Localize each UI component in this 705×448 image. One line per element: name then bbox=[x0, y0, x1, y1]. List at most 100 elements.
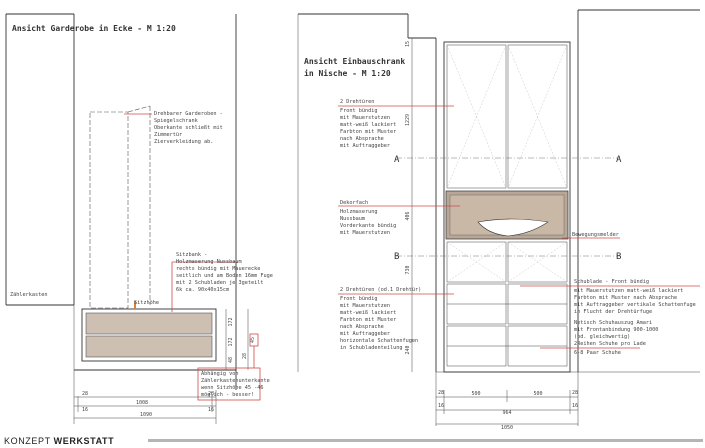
note-line: nach Absprache bbox=[340, 324, 384, 330]
section-label-a-left: A bbox=[394, 155, 400, 165]
note-line: mit Auftraggeber bbox=[340, 331, 390, 337]
note-line: Front bündig bbox=[340, 108, 377, 114]
note-line: 6-8 Paar Schuhe bbox=[574, 350, 621, 356]
note-line: Vorderkante bündig bbox=[340, 223, 396, 229]
note-line: horizontale Schattenfugen bbox=[340, 338, 418, 344]
bench-drawer-top bbox=[85, 312, 213, 335]
note-line: (od. gleichwertig) bbox=[574, 334, 630, 340]
note-line: Zählerkastenunterkante bbox=[201, 378, 270, 384]
note-line: mit Mauerstutzen bbox=[340, 230, 390, 236]
footer-brand: KONZEPT WERKSTATT bbox=[4, 436, 114, 446]
technical-drawing: Ansicht Garderobe in Ecke - M 1:20 Drehb… bbox=[5, 9, 700, 431]
dimension-label: 964 bbox=[502, 410, 511, 416]
brand-light: KONZEPT bbox=[4, 436, 51, 446]
label-meter-box: Zählerkasten bbox=[10, 292, 47, 298]
note-line: Abhängig von bbox=[201, 371, 238, 377]
note-line: 2 Drehtüren (od.1 Drehtür) bbox=[340, 287, 421, 293]
note-line: Zierverkleidung ab. bbox=[154, 139, 213, 145]
brand-bold: WERKSTATT bbox=[53, 436, 115, 446]
right-title-line: Ansicht Einbauschrank bbox=[304, 56, 405, 66]
mirror-cabinet-outline bbox=[127, 105, 151, 113]
note-line: nach Absprache bbox=[340, 136, 384, 142]
dimension-label: 28 bbox=[82, 391, 88, 397]
note-line: mit Mauerstutzen matt-weiß lackiert bbox=[574, 288, 683, 294]
dimension-label: 16 bbox=[208, 407, 214, 413]
mirror-cabinet-outline bbox=[89, 111, 129, 309]
label-seat-height: Sitzhöhe bbox=[134, 300, 159, 306]
right-title: Ansicht Einbauschrank in Nische - M 1:20 bbox=[304, 56, 410, 78]
dimension-label: 1090 bbox=[140, 412, 152, 418]
dimension-label: 1050 bbox=[501, 425, 513, 431]
dimension-label: 45 bbox=[250, 337, 256, 343]
note-line: in Schubladenteilung bbox=[340, 345, 402, 351]
vertical-dimensions-right: 15 1229 406 730 240 bbox=[405, 41, 411, 355]
note-line: mit Mauerstutzen bbox=[340, 115, 390, 121]
dimension-label: 16 bbox=[82, 407, 88, 413]
note-line: in Flucht der Drehtürfuge bbox=[574, 309, 652, 315]
dimension-label: 28 bbox=[242, 353, 248, 359]
note-line: Farbton mit Muster bbox=[340, 129, 396, 135]
horizontal-dimensions-right: 28 500 500 28 16 964 16 1050 bbox=[438, 390, 578, 431]
note-line: matt-weiß lackiert bbox=[340, 122, 396, 128]
note-line: Holzmaserung bbox=[340, 209, 377, 215]
note-line: mit Auftraggeber vertikale Schattenfuge bbox=[574, 302, 696, 308]
note-bench: Sitzbank - Holzmaserung Nussbaum rechts … bbox=[176, 252, 276, 293]
right-title-line: in Nische - M 1:20 bbox=[304, 68, 391, 78]
note-niche: Dekorfach Holzmaserung Nussbaum Vorderka… bbox=[340, 200, 399, 236]
note-line: Holzmaserung Nussbaum bbox=[176, 259, 242, 265]
dimension-label: 240 bbox=[405, 345, 411, 354]
horizontal-dimensions-left: 28 1008 28 16 16 1090 bbox=[82, 391, 214, 418]
dimension-label: 500 bbox=[471, 391, 480, 397]
dimension-label: 1229 bbox=[405, 114, 411, 126]
note-line: Nussbaum bbox=[340, 216, 365, 222]
vertical-dimensions-left: 172 172 48 28 45 bbox=[228, 317, 256, 363]
note-line: Dekorfach bbox=[340, 200, 368, 206]
note-line: Zimmertür bbox=[154, 132, 182, 138]
note-line: 2 Drehtüren bbox=[340, 99, 374, 105]
note-line: Farbton mit Muster nach Absprache bbox=[574, 295, 677, 301]
dimension-label: 48 bbox=[228, 357, 234, 363]
note-shoe-pullout: Netisch Schuhauszug Amari mit Frontanbin… bbox=[574, 320, 661, 356]
note-lower-doors: 2 Drehtüren (od.1 Drehtür) Front bündig … bbox=[340, 287, 424, 351]
note-line: Oberkante schließt mit bbox=[154, 125, 223, 131]
dimension-label: 172 bbox=[228, 337, 234, 346]
note-line: mit Auftraggeber bbox=[340, 143, 390, 149]
note-line: 6k ca. 90x40x15cm bbox=[176, 287, 229, 293]
section-label-a-right: A bbox=[616, 155, 622, 165]
note-line: Spiegelschrank bbox=[154, 118, 199, 124]
dimension-label: 500 bbox=[533, 391, 542, 397]
dimension-label: 406 bbox=[405, 211, 411, 220]
note-motion-sensor: Bewegungsmelder bbox=[572, 232, 619, 238]
note-line: matt-weiß lackiert bbox=[340, 310, 396, 316]
dimension-label: 28 bbox=[438, 390, 444, 396]
note-line: rechts bündig mit Mauerecke bbox=[176, 266, 260, 272]
left-title: Ansicht Garderobe in Ecke - M 1:20 bbox=[12, 23, 176, 33]
note-line: Drehbarer Garderoben - bbox=[154, 111, 223, 117]
dimension-label: 1008 bbox=[136, 400, 148, 406]
footer-rule bbox=[148, 439, 703, 442]
note-upper-doors: 2 Drehtüren Front bündig mit Mauerstutze… bbox=[340, 99, 399, 149]
note-line: Front bündig bbox=[340, 296, 377, 302]
note-line: seitlich und am Boden 16mm Fuge bbox=[176, 273, 273, 279]
note-line: mit 2 Schubladen je 3geteilt bbox=[176, 280, 263, 286]
note-drawer: Schublade - Front bündig mit Mauerstutze… bbox=[574, 279, 699, 315]
dimension-label: 16 bbox=[572, 403, 578, 409]
section-label-b-right: B bbox=[616, 252, 621, 262]
section-label-b-left: B bbox=[394, 252, 399, 262]
dimension-label: 16 bbox=[438, 403, 444, 409]
left-view: Ansicht Garderobe in Ecke - M 1:20 Drehb… bbox=[5, 13, 276, 424]
note-line: mit Mauerstutzen bbox=[340, 303, 390, 309]
note-line: Sitzbank - bbox=[176, 252, 207, 258]
dimension-label: 28 bbox=[208, 391, 214, 397]
note-line: mit Frontanbindung 900-1000 bbox=[574, 327, 658, 333]
dimension-label: 28 bbox=[572, 390, 578, 396]
note-line: Schublade - Front bündig bbox=[574, 279, 649, 285]
note-line: Farbton mit Muster bbox=[340, 317, 396, 323]
note-line: 2Reihen Schuhe pro Lade bbox=[574, 341, 646, 347]
dimension-label: 730 bbox=[405, 265, 411, 274]
note-line: Netisch Schuhauszug Amari bbox=[574, 320, 652, 326]
note-mirror: Drehbarer Garderoben - Spiegelschrank Ob… bbox=[154, 111, 226, 145]
dimension-label: 15 bbox=[405, 41, 411, 47]
bench-drawer-bottom bbox=[85, 335, 213, 358]
right-view: Ansicht Einbauschrank in Nische - M 1:20 bbox=[297, 9, 700, 431]
